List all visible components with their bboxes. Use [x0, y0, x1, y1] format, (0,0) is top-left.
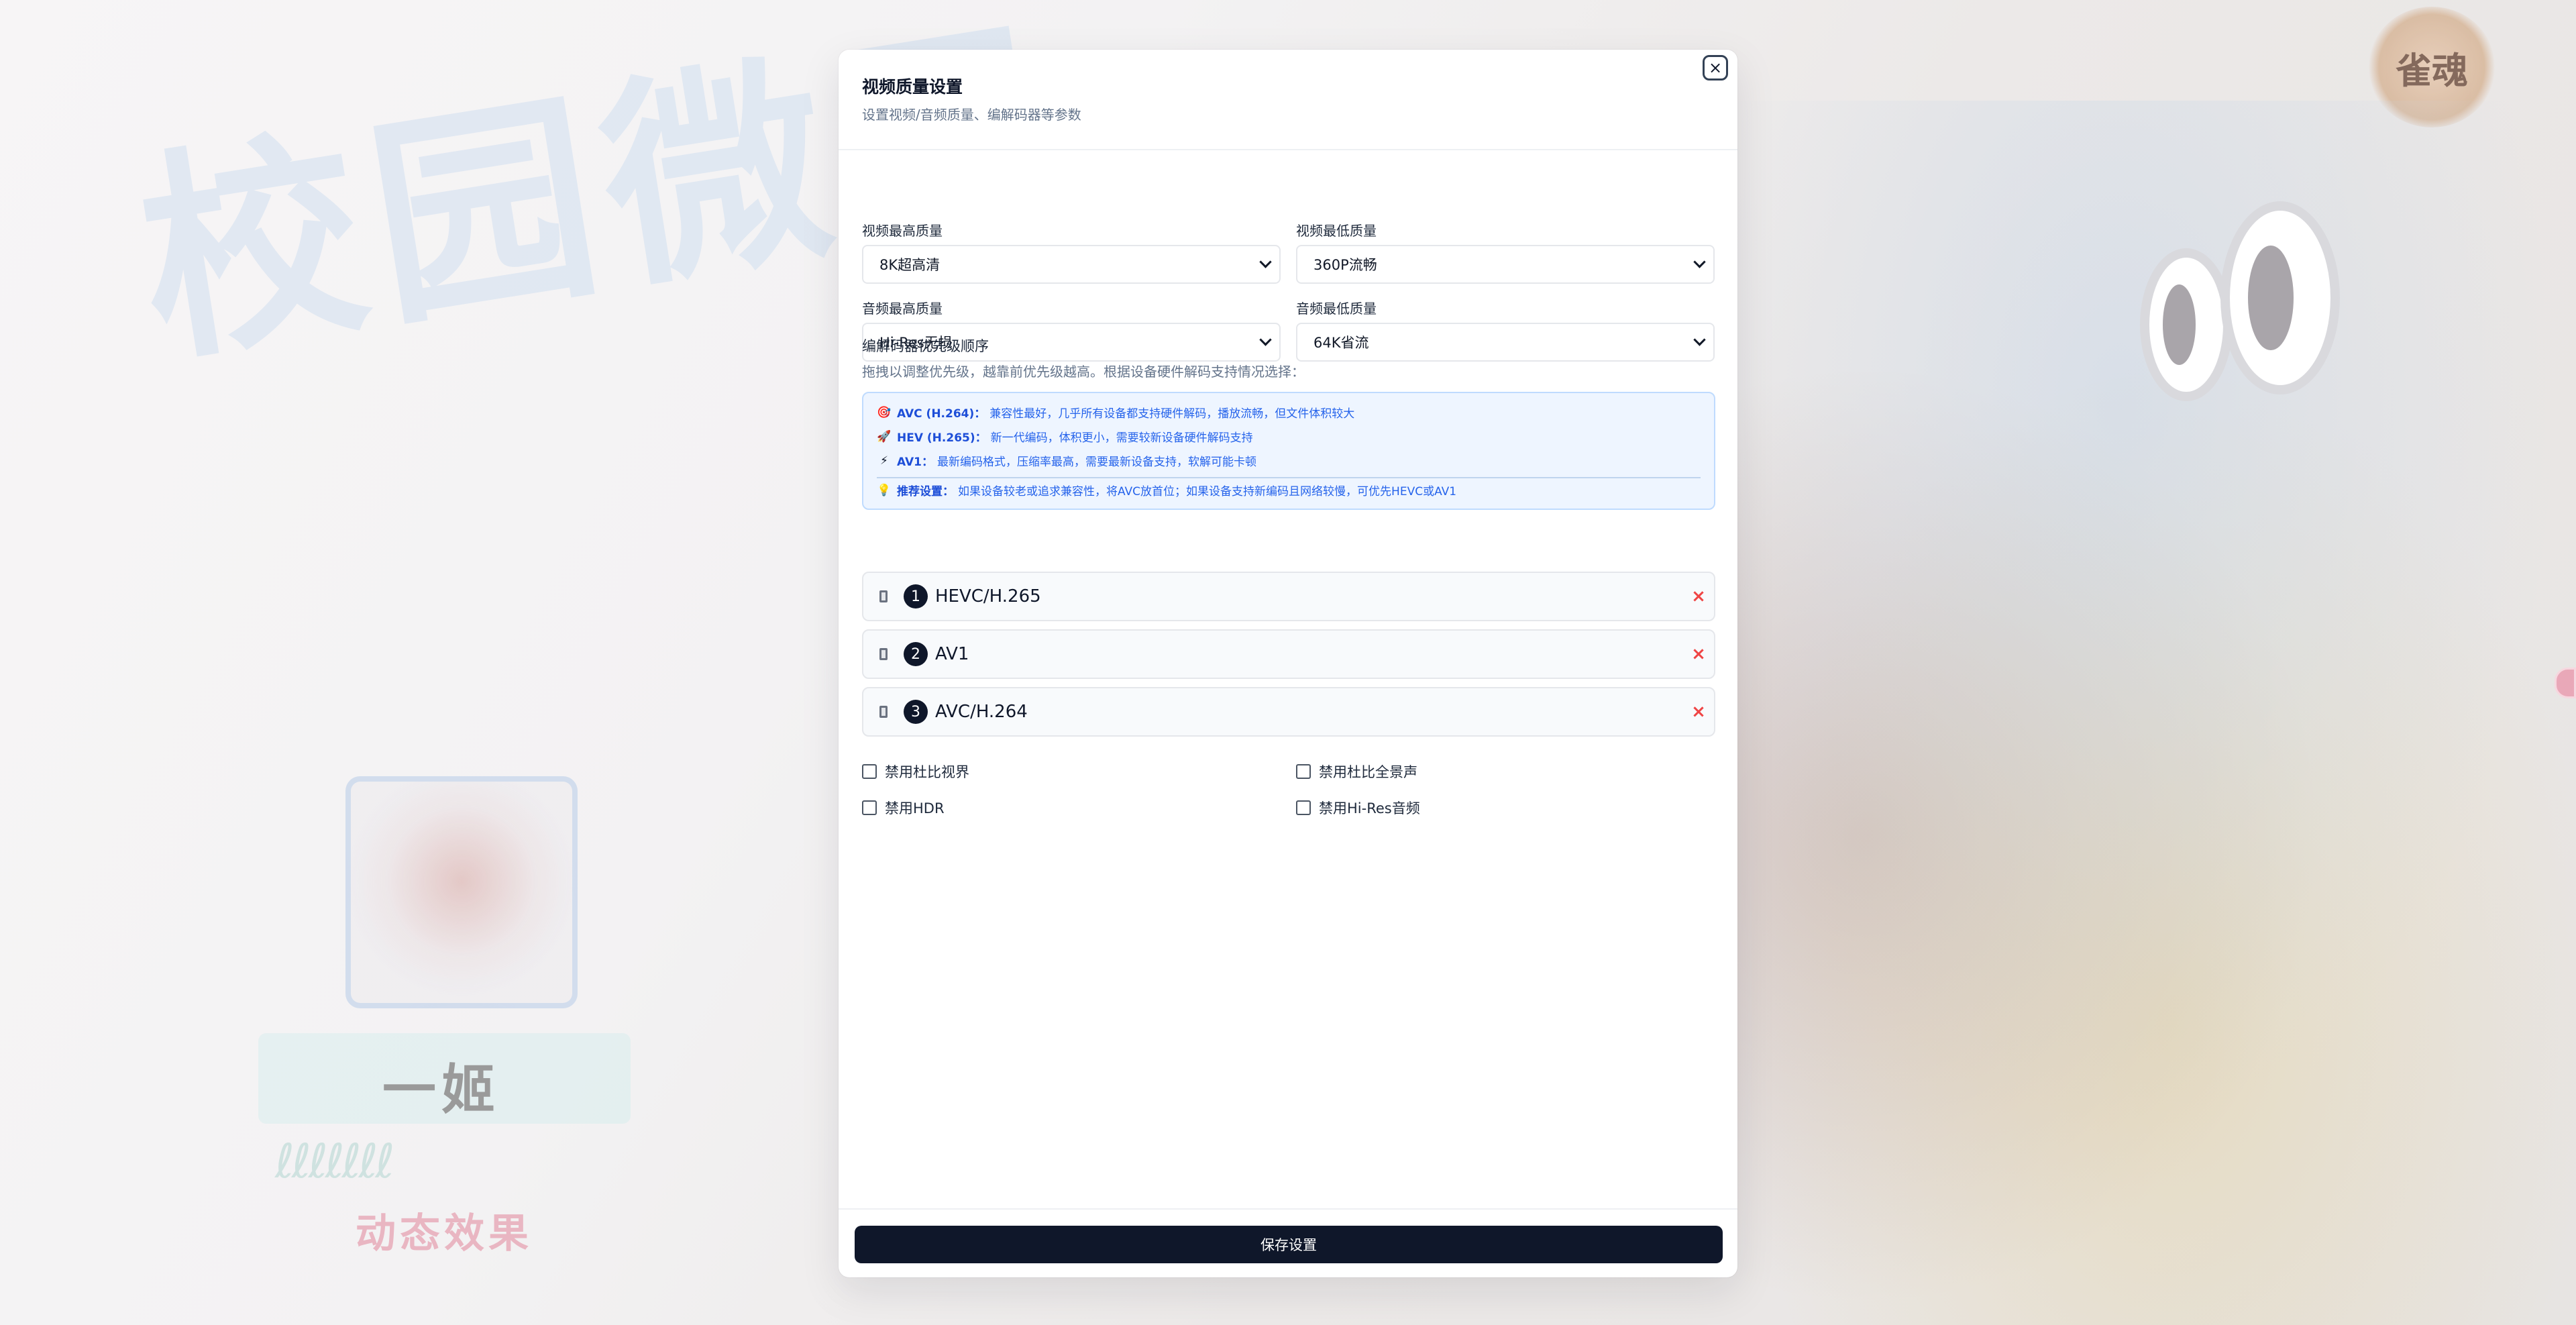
- info-key: AVC (H.264)：: [897, 407, 986, 421]
- disable-hires-checkbox[interactable]: [1296, 800, 1311, 815]
- checkbox-label: 禁用杜比视界: [885, 764, 969, 780]
- video-min-quality-select[interactable]: 360P流畅: [1296, 245, 1715, 284]
- disable-dolby-atmos-option[interactable]: 禁用杜比全景声: [1296, 761, 1417, 782]
- mascot-eye-left: [2140, 248, 2233, 401]
- audio-min-quality-value: 64K省流: [1313, 335, 1369, 351]
- modal-subtitle: 设置视频/音频质量、编解码器等参数: [862, 107, 1081, 123]
- remove-codec-button[interactable]: ×: [1688, 643, 1709, 666]
- priority-badge: 2: [904, 642, 928, 666]
- codec-priority-title: 编解码器优先级顺序: [862, 338, 989, 354]
- codec-name: HEVC/H.265: [935, 586, 1041, 606]
- video-max-quality-label: 视频最高质量: [862, 223, 943, 239]
- info-text: 新一代编码，体积更小，需要较新设备硬件解码支持: [990, 431, 1253, 445]
- lightning-icon: ⚡: [880, 454, 888, 468]
- rocket-icon: 🚀: [877, 429, 892, 443]
- video-quality-settings-modal: 视频质量设置 设置视频/音频质量、编解码器等参数 × 视频最高质量 8K超高清 …: [839, 50, 1737, 1277]
- chevron-down-icon: [1259, 333, 1272, 346]
- close-button[interactable]: ×: [1703, 55, 1728, 81]
- codec-priority-hint: 拖拽以调整优先级，越靠前优先级越高。根据设备硬件解码支持情况选择：: [862, 364, 1305, 380]
- lightbulb-icon: 💡: [877, 483, 892, 497]
- modal-footer: 保存设置: [839, 1208, 1737, 1277]
- info-text: 如果设备较老或追求兼容性，将AVC放首位；如果设备支持新编码且网络较慢，可优先H…: [958, 485, 1457, 498]
- checkbox-label: 禁用Hi-Res音频: [1319, 800, 1420, 816]
- disable-hires-option[interactable]: 禁用Hi-Res音频: [1296, 798, 1420, 818]
- modal-header: 视频质量设置 设置视频/音频质量、编解码器等参数 ×: [839, 50, 1737, 150]
- modal-title: 视频质量设置: [862, 77, 963, 97]
- disable-dolby-vision-checkbox[interactable]: [862, 764, 877, 779]
- save-settings-button[interactable]: 保存设置: [855, 1226, 1723, 1263]
- info-line-avc: 🎯 AVC (H.264)： 兼容性最好，几乎所有设备都支持硬件解码，播放流畅，…: [877, 404, 1354, 421]
- chevron-down-icon: [1259, 256, 1272, 268]
- priority-badge: 1: [904, 584, 928, 608]
- remove-codec-button[interactable]: ×: [1688, 700, 1709, 723]
- chevron-down-icon: [1693, 333, 1706, 346]
- info-key: HEV (H.265)：: [897, 431, 987, 445]
- info-line-av1: ⚡ AV1： 最新编码格式，压缩率最高，需要最新设备支持，软解可能卡顿: [877, 452, 1256, 470]
- effect-label: 动态效果: [356, 1210, 533, 1257]
- audio-min-quality-label: 音频最低质量: [1296, 301, 1377, 317]
- decorative-squiggle: ℓℓℓℓℓℓℓ: [275, 1134, 394, 1189]
- target-icon: 🎯: [877, 405, 892, 419]
- disable-dolby-atmos-checkbox[interactable]: [1296, 764, 1311, 779]
- video-min-quality-label: 视频最低质量: [1296, 223, 1377, 239]
- codec-item-av1[interactable]: 2 AV1 ×: [862, 629, 1715, 679]
- video-min-quality-value: 360P流畅: [1313, 257, 1377, 273]
- close-icon: ×: [1708, 58, 1723, 77]
- chevron-down-icon: [1693, 256, 1706, 268]
- mascot-eye-right: [2220, 201, 2340, 394]
- codec-name: AVC/H.264: [935, 702, 1028, 722]
- info-text: 兼容性最好，几乎所有设备都支持硬件解码，播放流畅，但文件体积较大: [989, 407, 1355, 421]
- disable-hdr-option[interactable]: 禁用HDR: [862, 798, 945, 818]
- video-max-quality-value: 8K超高清: [879, 257, 941, 273]
- character-name: 一姬: [382, 1059, 500, 1121]
- audio-min-quality-select[interactable]: 64K省流: [1296, 323, 1715, 362]
- info-line-recommendation: 💡 推荐设置： 如果设备较老或追求兼容性，将AVC放首位；如果设备支持新编码且网…: [877, 482, 1457, 499]
- info-line-hevc: 🚀 HEV (H.265)： 新一代编码，体积更小，需要较新设备硬件解码支持: [877, 428, 1253, 445]
- drag-handle-icon[interactable]: [879, 648, 888, 660]
- info-text: 最新编码格式，压缩率最高，需要最新设备支持，软解可能卡顿: [937, 456, 1256, 469]
- character-avatar: [345, 776, 578, 1008]
- checkbox-label: 禁用HDR: [885, 800, 945, 816]
- info-divider: [877, 477, 1701, 478]
- codec-info-box: 🎯 AVC (H.264)： 兼容性最好，几乎所有设备都支持硬件解码，播放流畅，…: [862, 392, 1715, 510]
- disable-dolby-vision-option[interactable]: 禁用杜比视界: [862, 761, 969, 782]
- codec-item-hevc[interactable]: 1 HEVC/H.265 ×: [862, 572, 1715, 621]
- drag-handle-icon[interactable]: [879, 590, 888, 602]
- side-float-button[interactable]: [2555, 668, 2576, 698]
- audio-max-quality-label: 音频最高质量: [862, 301, 943, 317]
- info-key: AV1：: [897, 456, 933, 469]
- priority-badge: 3: [904, 700, 928, 724]
- drag-handle-icon[interactable]: [879, 706, 888, 718]
- codec-item-avc[interactable]: 3 AVC/H.264 ×: [862, 687, 1715, 737]
- checkbox-label: 禁用杜比全景声: [1319, 764, 1417, 780]
- remove-codec-button[interactable]: ×: [1688, 585, 1709, 608]
- info-key: 推荐设置：: [897, 485, 954, 498]
- video-max-quality-select[interactable]: 8K超高清: [862, 245, 1281, 284]
- codec-name: AV1: [935, 644, 969, 664]
- disable-hdr-checkbox[interactable]: [862, 800, 877, 815]
